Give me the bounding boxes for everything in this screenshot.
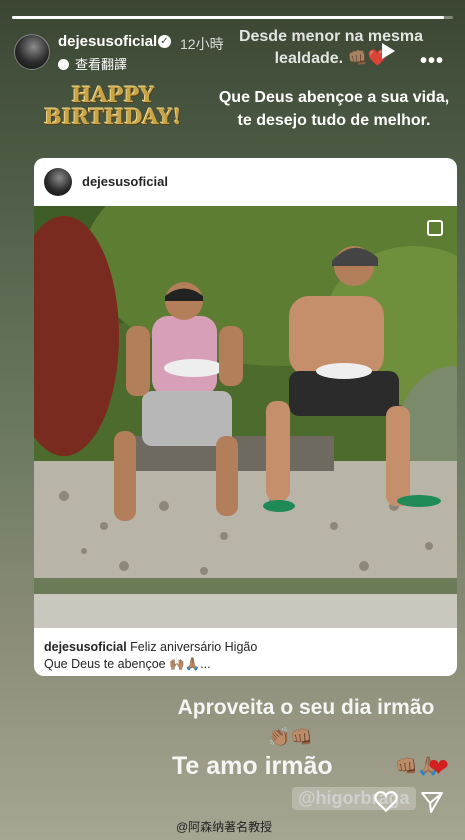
heart-emoji: ❤ [428,754,449,782]
translate-icon [58,59,69,70]
translate-link[interactable]: 查看翻譯 [58,54,127,73]
story-username[interactable]: dejesusoficial [58,33,157,50]
verified-icon: ✓ [158,35,171,48]
post-photo-illustration [34,206,457,628]
blessing-text: Que Deus abençoe a sua vida, te desejo t… [218,89,450,129]
caption-line2: Que Deus te abençoe 🙌🏽🙏🏽... [44,657,211,671]
post-caption: dejesusoficial Feliz aniversário Higão Q… [44,639,449,673]
story-top-text: Desde menor na mesma lealdade. 👊🏽❤️ [216,26,446,70]
post-avatar[interactable] [44,168,72,196]
overlay-line1: Aproveita o seu dia irmão [177,696,435,719]
watermark-text: @阿森纳著名教授 [176,820,273,834]
shared-post-card[interactable]: dejesusoficial dejesusoficial Feliz aniv… [34,158,457,676]
top-text-content: Desde menor na mesma lealdade. [238,28,424,67]
birthday-sticker: HAPPY BIRTHDAY! [44,82,182,129]
translate-label: 查看翻譯 [75,57,128,72]
send-icon[interactable] [420,790,444,814]
story-avatar[interactable] [14,34,50,70]
play-icon[interactable] [382,43,395,59]
like-icon[interactable] [373,788,399,814]
caption-line1: Feliz aniversário Higão [130,640,258,654]
more-icon[interactable]: ••• [420,50,444,73]
post-photo[interactable] [34,206,457,628]
caption-username[interactable]: dejesusoficial [44,640,127,654]
overlay-line2: Te amo irmão [172,752,333,780]
story-progress-bar [12,16,453,19]
overlay-line1-emoji: 👏🏽👊🏽 [268,727,313,747]
post-username[interactable]: dejesusoficial [82,174,168,189]
story-progress-fill [12,16,445,19]
multi-photo-icon [427,220,443,236]
